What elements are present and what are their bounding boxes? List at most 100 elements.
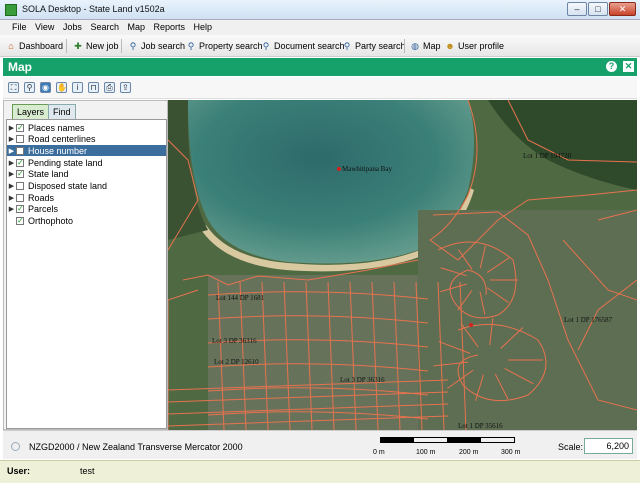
layer-label: Orthophoto bbox=[28, 216, 74, 227]
orthophoto-map[interactable]: Mawhitipana Bay Lot 1 DP 194720 Lot 144 … bbox=[168, 100, 637, 430]
expand-arrow-icon[interactable]: ▶ bbox=[7, 147, 16, 155]
user-value: test bbox=[80, 466, 95, 476]
layer-checkbox[interactable] bbox=[16, 182, 24, 190]
menu-jobs[interactable]: Jobs bbox=[63, 20, 82, 34]
scale-label: Scale: bbox=[558, 442, 584, 452]
print-icon[interactable]: ⎙ bbox=[104, 82, 115, 93]
layer-checkbox[interactable]: ✓ bbox=[16, 205, 24, 214]
tab-find[interactable]: Find bbox=[48, 104, 76, 119]
expand-arrow-icon[interactable]: ▶ bbox=[7, 182, 16, 190]
help-icon[interactable]: ? bbox=[606, 61, 617, 72]
info-icon[interactable]: i bbox=[72, 82, 83, 93]
menu-reports[interactable]: Reports bbox=[154, 20, 186, 34]
layer-row[interactable]: ▶ ✓ Pending state land bbox=[7, 157, 166, 168]
user-icon: ☻ bbox=[445, 41, 455, 51]
layer-checkbox[interactable]: ✓ bbox=[16, 123, 24, 132]
main-toolbar: ⌂ Dashboard ✚ New job ⚲ Job search ⚲ Pro… bbox=[0, 35, 640, 57]
minimize-button[interactable]: – bbox=[567, 2, 587, 16]
document-search-button[interactable]: ⚲ Document search bbox=[261, 39, 345, 53]
expand-arrow-icon[interactable]: ▶ bbox=[7, 124, 16, 132]
place-marker bbox=[469, 323, 473, 327]
lot-label-1: Lot 1 DP 194720 bbox=[523, 152, 572, 160]
layer-checkbox[interactable]: ✓ bbox=[16, 158, 24, 167]
layer-label: House number bbox=[28, 145, 88, 156]
close-icon[interactable]: ✕ bbox=[623, 61, 634, 72]
menu-help[interactable]: Help bbox=[194, 20, 213, 34]
zoom-icon[interactable]: ⚲ bbox=[24, 82, 35, 93]
expand-arrow-icon[interactable]: ▶ bbox=[7, 135, 16, 143]
dashboard-button[interactable]: ⌂ Dashboard bbox=[6, 39, 63, 53]
search-icon: ⚲ bbox=[187, 41, 195, 51]
search-icon: ⚲ bbox=[129, 41, 137, 51]
close-window-button[interactable]: ✕ bbox=[609, 2, 636, 16]
layer-list: ▶ ✓ Places names ▶ Road centerlines ▶ House nu… bbox=[6, 119, 167, 429]
lot-label-3: Lot 1 DP 176587 bbox=[564, 316, 613, 324]
user-label: User: bbox=[7, 466, 31, 476]
layer-row[interactable]: ▶ ✓ Parcels bbox=[7, 204, 166, 215]
scalebar-label: 300 m bbox=[501, 449, 521, 456]
export-icon[interactable]: ⇪ bbox=[120, 82, 131, 93]
place-label-bay: Mawhitipana Bay bbox=[342, 165, 392, 173]
expand-arrow-icon[interactable]: ▶ bbox=[7, 205, 16, 213]
app-icon bbox=[5, 4, 17, 16]
layer-row[interactable]: ▶ Disposed state land bbox=[7, 181, 166, 192]
layer-row[interactable]: ▶ House number bbox=[7, 145, 166, 157]
layer-row[interactable]: ▶ ✓ Places names bbox=[7, 122, 166, 133]
property-search-button[interactable]: ⚲ Property search bbox=[186, 39, 263, 53]
map-panel-header: Map ? ✕ bbox=[3, 58, 637, 76]
layer-row[interactable]: ▶ ✓ State land bbox=[7, 169, 166, 180]
lot-label-7: Lot 1 DP 35616 bbox=[458, 422, 503, 430]
new-job-icon: ✚ bbox=[74, 41, 82, 51]
status-bar: NZGD2000 / New Zealand Transverse Mercat… bbox=[3, 430, 637, 459]
job-search-button[interactable]: ⚲ Job search bbox=[128, 39, 185, 53]
lot-label-6: Lot 3 DP 36316 bbox=[340, 376, 385, 384]
menu-bar: File View Jobs Search Map Reports Help bbox=[0, 20, 640, 35]
user-profile-button[interactable]: ☻ User profile bbox=[445, 39, 504, 53]
scale-input[interactable]: 6,200 bbox=[584, 438, 633, 454]
lot-label-5: Lot 2 DP 12610 bbox=[214, 358, 259, 366]
globe-icon: ◍ bbox=[411, 41, 419, 51]
scalebar-label: 100 m bbox=[416, 449, 436, 456]
expand-arrow-icon[interactable]: ▶ bbox=[7, 194, 16, 202]
layer-row[interactable]: ▶ Roads bbox=[7, 192, 166, 203]
layer-checkbox[interactable] bbox=[16, 146, 24, 155]
scalebar-label: 200 m bbox=[459, 449, 479, 456]
layer-label: Parcels bbox=[28, 204, 59, 215]
scalebar-label: 0 m bbox=[373, 449, 385, 456]
menu-view[interactable]: View bbox=[35, 20, 54, 34]
layer-label: Places names bbox=[28, 122, 85, 133]
layer-label: Disposed state land bbox=[28, 181, 108, 191]
layer-label: Road centerlines bbox=[28, 134, 96, 145]
home-icon: ⌂ bbox=[8, 41, 14, 51]
tab-layers[interactable]: Layers bbox=[12, 104, 50, 119]
window-title: SOLA Desktop - State Land v1502a bbox=[22, 4, 165, 14]
expand-arrow-icon[interactable]: ▶ bbox=[7, 170, 16, 178]
maximize-button[interactable]: □ bbox=[588, 2, 608, 16]
layer-checkbox[interactable]: ✓ bbox=[16, 217, 24, 226]
map-view[interactable]: Mawhitipana Bay Lot 1 DP 194720 Lot 144 … bbox=[168, 100, 637, 430]
expand-arrow-icon[interactable]: ▶ bbox=[7, 159, 16, 167]
measure-icon[interactable]: ⊓ bbox=[88, 82, 99, 93]
lot-label-4: Lot 3 DP 36316 bbox=[212, 337, 257, 345]
layer-label: Pending state land bbox=[28, 157, 103, 168]
layer-checkbox[interactable] bbox=[16, 135, 24, 144]
full-extent-icon[interactable]: ⛶ bbox=[8, 82, 19, 93]
layer-checkbox[interactable] bbox=[16, 193, 24, 202]
crs-label: NZGD2000 / New Zealand Transverse Mercat… bbox=[29, 442, 243, 452]
layers-panel: Layers Find ▶ ✓ Places names ▶ Road centerli… bbox=[3, 100, 168, 430]
scale-bar bbox=[380, 437, 515, 443]
menu-map[interactable]: Map bbox=[127, 20, 145, 34]
new-job-button[interactable]: ✚ New job bbox=[73, 39, 118, 53]
identify-pan-icon[interactable]: ◉ bbox=[40, 82, 51, 93]
menu-search[interactable]: Search bbox=[90, 20, 119, 34]
map-panel-title: Map bbox=[8, 60, 32, 74]
layer-checkbox[interactable]: ✓ bbox=[16, 170, 24, 179]
user-bar: User: test bbox=[0, 460, 640, 483]
menu-file[interactable]: File bbox=[12, 20, 27, 34]
party-search-button[interactable]: ⚲ Party search bbox=[342, 39, 406, 53]
map-button[interactable]: ◍ Map bbox=[410, 39, 440, 53]
layer-label: State land bbox=[28, 169, 69, 180]
pan-icon[interactable]: ✋ bbox=[56, 82, 67, 93]
layer-row[interactable]: ▶ Road centerlines bbox=[7, 134, 166, 145]
layer-row[interactable]: ✓ Orthophoto bbox=[7, 216, 166, 227]
